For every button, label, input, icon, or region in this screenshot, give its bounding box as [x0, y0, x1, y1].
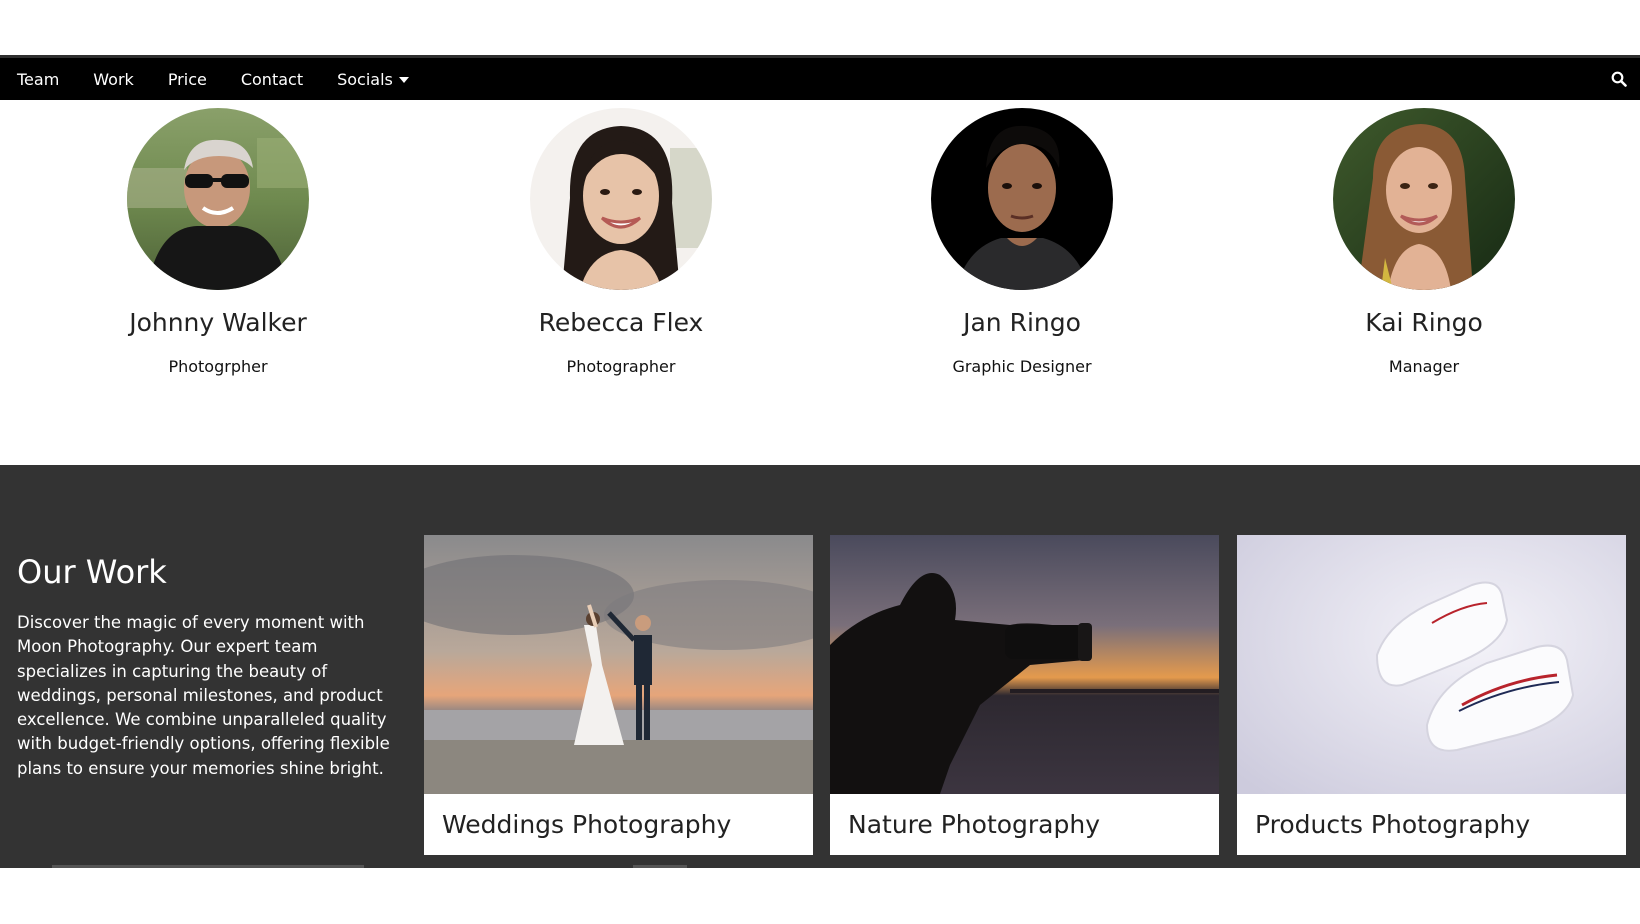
team-member-card: Rebecca Flex Photographer — [491, 108, 751, 376]
card-label: Products Photography — [1255, 810, 1531, 839]
member-role: Photogrpher — [168, 357, 268, 376]
card-label: Weddings Photography — [442, 810, 732, 839]
team-member-card: Johnny Walker Photogrpher — [88, 108, 348, 376]
products-image — [1237, 535, 1626, 794]
nav-socials-label: Socials — [337, 69, 393, 89]
work-description: Discover the magic of every moment with … — [17, 613, 390, 778]
work-card-products[interactable]: Products Photography — [1237, 535, 1626, 855]
nav-price[interactable]: Price — [151, 58, 224, 100]
bottom-spacer — [0, 868, 1640, 924]
caret-down-icon — [398, 77, 409, 83]
navbar: Team Work Price Contact Socials — [0, 55, 1640, 100]
member-name: Jan Ringo — [963, 308, 1081, 337]
search-button[interactable] — [1606, 66, 1632, 92]
top-spacer — [0, 0, 1640, 55]
member-role: Graphic Designer — [952, 357, 1092, 376]
card-label: Nature Photography — [848, 810, 1101, 839]
member-name: Johnny Walker — [129, 308, 307, 337]
nav-team[interactable]: Team — [0, 58, 76, 100]
team-member-card: Jan Ringo Graphic Designer — [892, 108, 1152, 376]
avatar — [127, 108, 309, 290]
avatar — [931, 108, 1113, 290]
avatar — [530, 108, 712, 290]
nav-work[interactable]: Work — [76, 58, 151, 100]
nature-image — [830, 535, 1219, 794]
work-card-weddings[interactable]: Weddings Photography — [424, 535, 813, 855]
weddings-image — [424, 535, 813, 794]
member-name: Rebecca Flex — [538, 308, 704, 337]
member-role: Photographer — [566, 357, 676, 376]
member-name: Kai Ringo — [1365, 308, 1483, 337]
team-section: Johnny Walker Photogrpher Rebecca Flex P… — [0, 100, 1640, 465]
work-section: Our Work Discover the magic of every mom… — [0, 465, 1640, 868]
search-icon — [1611, 71, 1627, 87]
work-card-nature[interactable]: Nature Photography — [830, 535, 1219, 855]
team-member-card: Kai Ringo Manager — [1294, 108, 1554, 376]
work-title: Our Work — [17, 553, 167, 591]
avatar — [1333, 108, 1515, 290]
nav-socials-dropdown[interactable]: Socials — [320, 58, 426, 100]
member-role: Manager — [1388, 357, 1460, 376]
nav-contact[interactable]: Contact — [224, 58, 320, 100]
